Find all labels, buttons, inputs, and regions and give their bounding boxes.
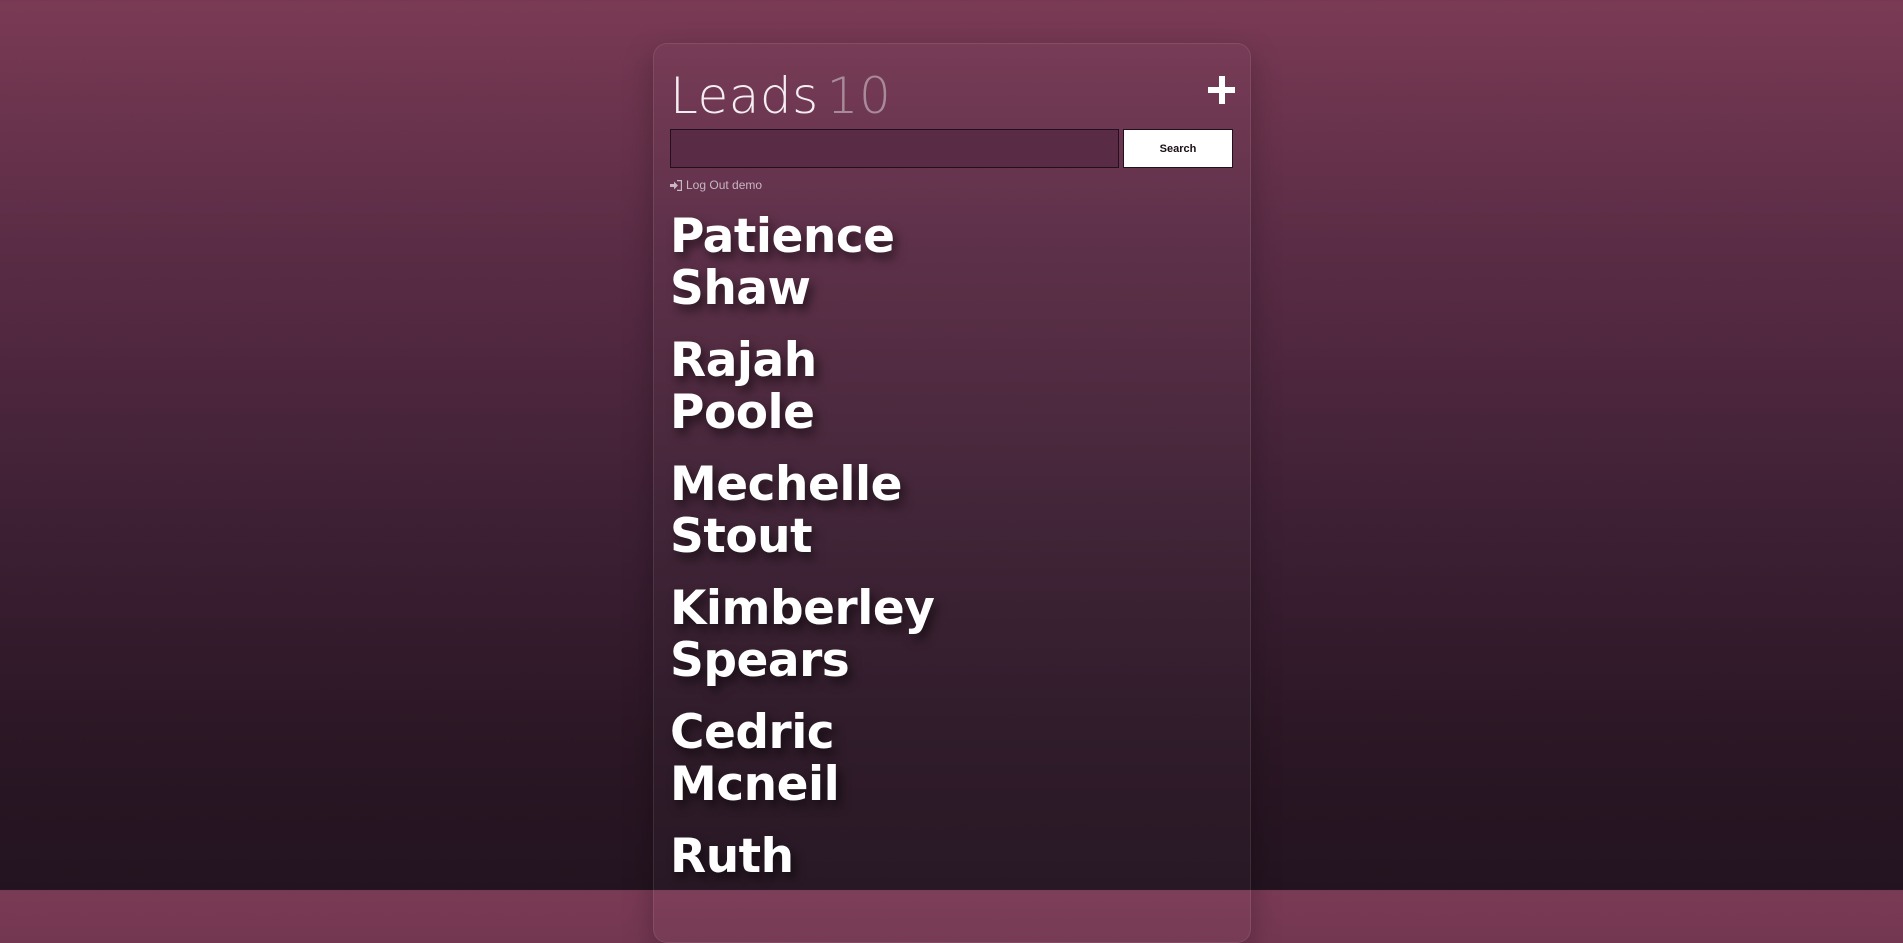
lead-first-name: Rajah <box>670 333 817 388</box>
lead-last-name: Shaw <box>670 261 811 316</box>
leads-list: Patience Shaw Rajah Poole Mechelle Stout… <box>670 211 1230 903</box>
lead-item[interactable]: Mechelle Stout <box>670 459 1230 563</box>
search-input[interactable] <box>670 129 1119 168</box>
leads-count: 10 <box>826 67 892 125</box>
add-lead-button[interactable] <box>1204 72 1240 108</box>
search-button[interactable]: Search <box>1123 129 1233 168</box>
lead-item[interactable]: Cedric Mcneil <box>670 707 1230 811</box>
sign-out-icon <box>670 179 682 191</box>
lead-last-name: Stout <box>670 509 813 564</box>
lead-first-name: Cedric <box>670 705 835 760</box>
logout-label: Log Out demo <box>686 178 763 192</box>
lead-last-name: Mcneil <box>670 757 840 812</box>
lead-item[interactable]: Ruth <box>670 831 1230 883</box>
leads-panel: Leads 10 Search Log Out demo Patience Sha… <box>653 43 1251 943</box>
lead-last-name: Spears <box>670 633 850 688</box>
lead-first-name: Patience <box>670 209 895 264</box>
page-title: Leads 10 <box>670 66 891 126</box>
page-title-text: Leads <box>670 67 819 125</box>
lead-last-name: Poole <box>670 385 815 440</box>
lead-item[interactable]: Kimberley Spears <box>670 583 1230 687</box>
lead-item[interactable]: Patience Shaw <box>670 211 1230 315</box>
lead-first-name: Kimberley <box>670 581 935 636</box>
lead-item[interactable]: Rajah Poole <box>670 335 1230 439</box>
logout-link[interactable]: Log Out demo <box>670 178 762 192</box>
lead-first-name: Mechelle <box>670 457 902 512</box>
lead-first-name: Ruth <box>670 829 794 884</box>
